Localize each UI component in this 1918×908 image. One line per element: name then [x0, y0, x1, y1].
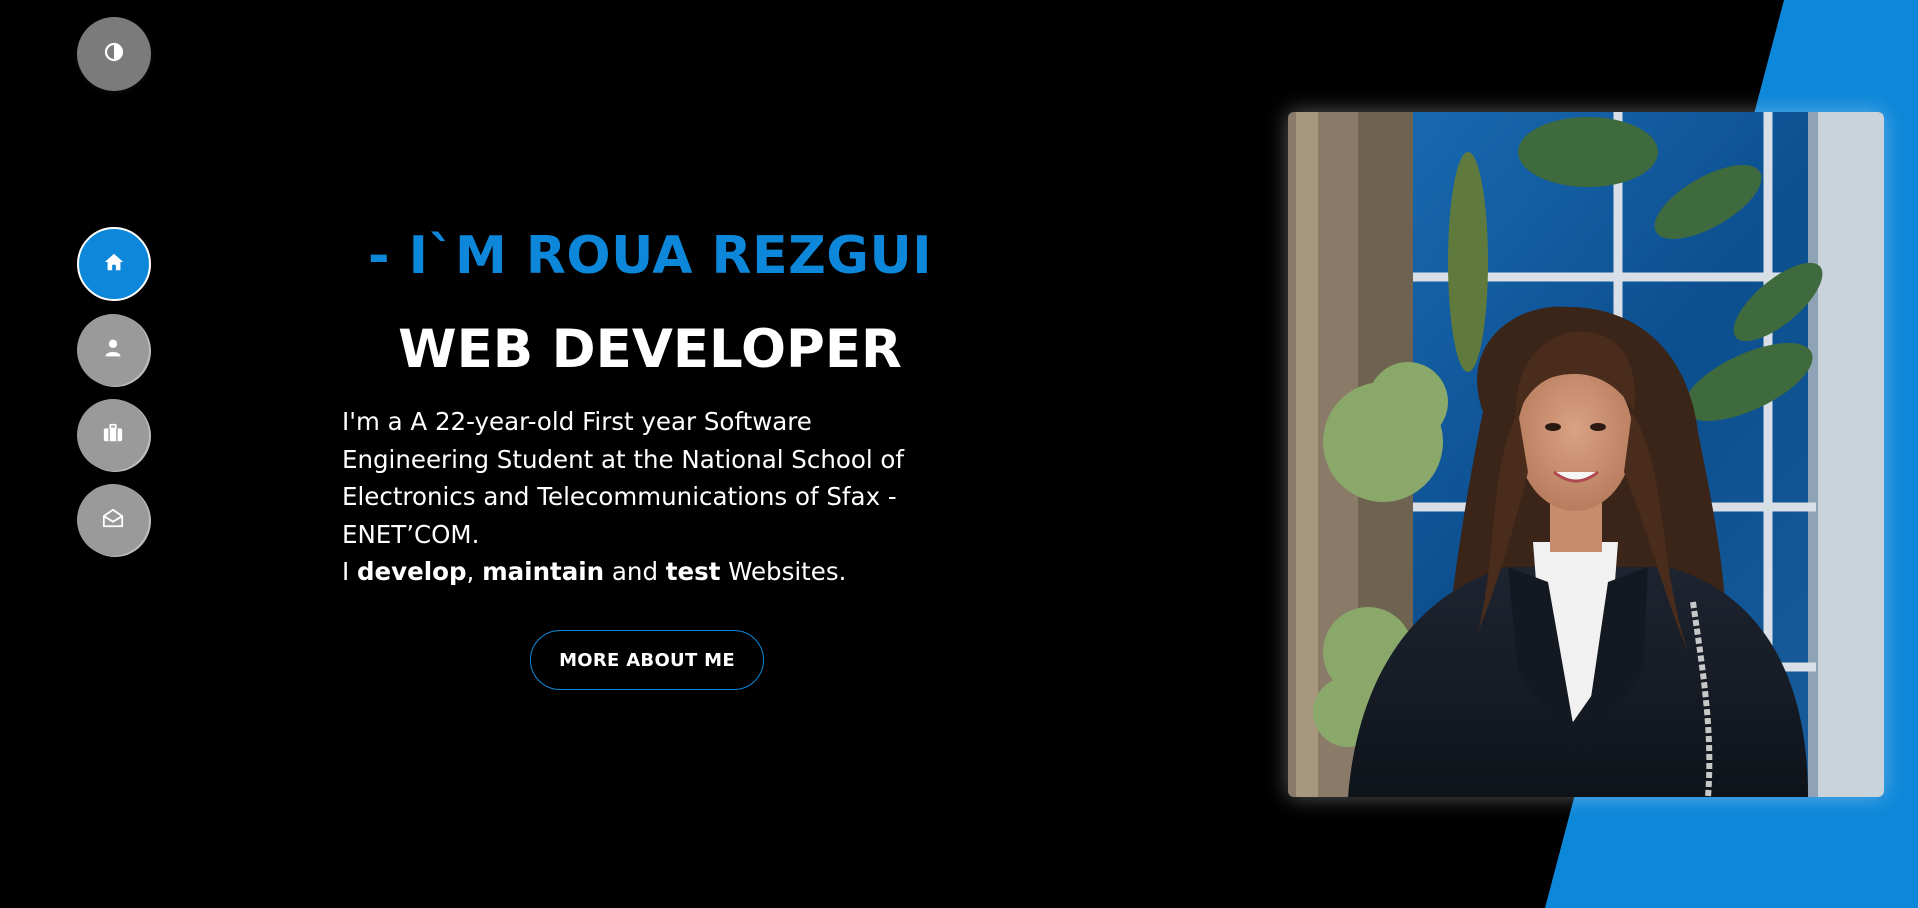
hero-role: WEB DEVELOPER: [398, 319, 902, 380]
theme-toggle-button[interactable]: [77, 17, 151, 91]
hero-tagline-sep1: ,: [466, 557, 483, 586]
hero-name: - I`M ROUA REZGUI: [367, 226, 933, 286]
hero-description: I'm a A 22-year-old First year Software …: [342, 403, 952, 591]
nav-contact-button[interactable]: [77, 484, 149, 556]
briefcase-icon: [102, 422, 124, 448]
hero-tagline-maintain: maintain: [482, 557, 605, 586]
more-about-me-button[interactable]: MORE ABOUT ME: [530, 630, 764, 690]
hero-tagline-prefix: I: [342, 557, 358, 586]
hero-tagline-suffix: Websites.: [720, 557, 847, 586]
page: - I`M ROUA REZGUI WEB DEVELOPER I'm a A …: [0, 0, 1918, 908]
nav-home-button[interactable]: [77, 227, 151, 301]
envelope-open-icon: [102, 507, 124, 533]
hero-tagline-test: test: [665, 557, 721, 586]
home-icon: [103, 251, 125, 277]
hero-tagline-develop: develop: [357, 557, 467, 586]
profile-photo: [1288, 112, 1884, 797]
nav-portfolio-button[interactable]: [77, 399, 149, 471]
hero-tagline-sep2: and: [604, 557, 666, 586]
hero-description-text: I'm a A 22-year-old First year Software …: [342, 407, 905, 549]
nav-about-button[interactable]: [77, 314, 149, 386]
user-icon: [103, 338, 123, 362]
contrast-icon: [104, 42, 124, 66]
